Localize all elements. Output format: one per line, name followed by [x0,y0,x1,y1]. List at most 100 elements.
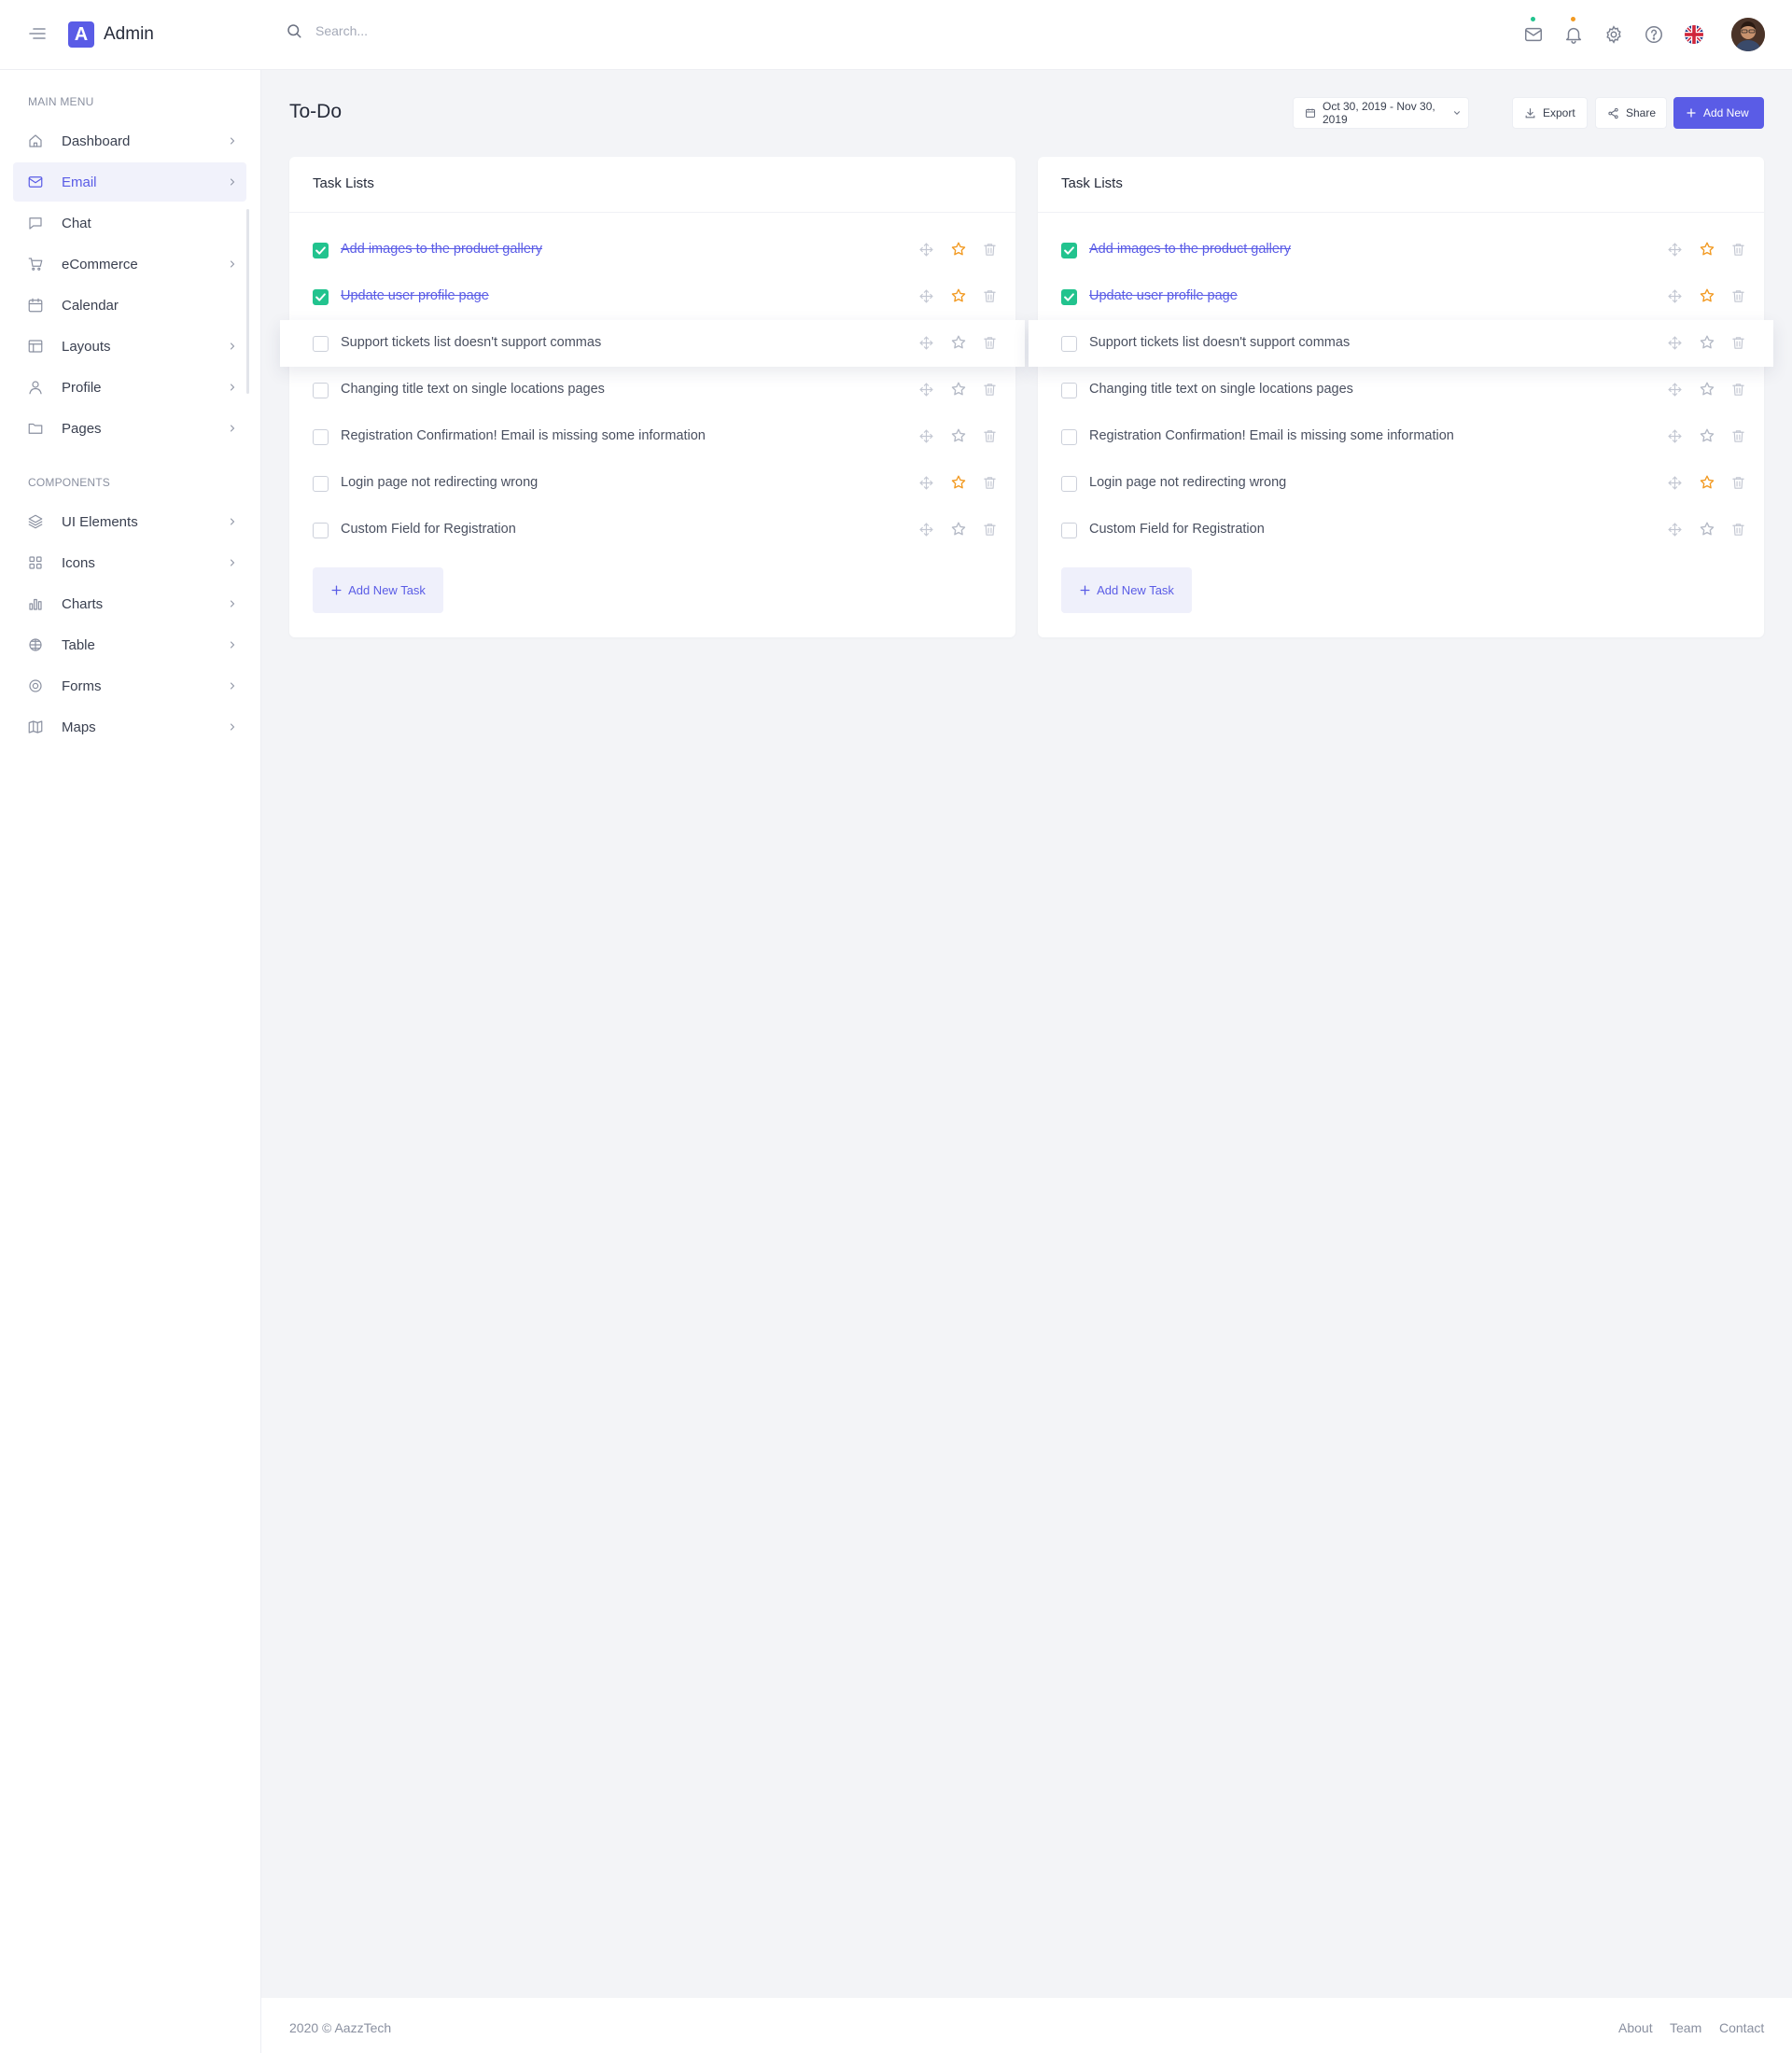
task-checkbox[interactable] [313,289,329,305]
search-input[interactable] [315,23,614,38]
sidebar-item-email[interactable]: Email [13,162,246,202]
footer-link-team[interactable]: Team [1670,2020,1701,2035]
star-icon[interactable] [950,334,967,351]
user-avatar[interactable] [1731,18,1765,51]
trash-icon[interactable] [982,475,998,491]
sidebar-item-dashboard[interactable]: Dashboard [13,121,246,161]
task-checkbox[interactable] [313,383,329,398]
task-item[interactable]: Update user profile page [1038,273,1764,320]
sidebar-item-profile[interactable]: Profile [13,368,246,407]
star-icon[interactable] [950,521,967,538]
drag-handle-icon[interactable] [918,288,934,304]
add-new-button[interactable]: Add New [1673,97,1764,129]
export-button[interactable]: Export [1512,97,1588,129]
trash-icon[interactable] [982,242,998,258]
footer-link-contact[interactable]: Contact [1719,2020,1764,2035]
mail-icon[interactable] [1523,17,1544,45]
bell-icon[interactable] [1563,17,1584,45]
trash-icon[interactable] [982,428,998,444]
share-button[interactable]: Share [1595,97,1667,129]
task-checkbox[interactable] [313,523,329,538]
task-checkbox[interactable] [1061,523,1077,538]
add-new-task-button[interactable]: Add New Task [313,567,443,613]
task-checkbox[interactable] [1061,336,1077,352]
uk-flag-icon[interactable] [1684,24,1704,45]
hamburger-menu-icon[interactable] [26,22,49,45]
task-checkbox[interactable] [313,429,329,445]
trash-icon[interactable] [1730,428,1746,444]
task-item[interactable]: Changing title text on single locations … [1038,367,1764,413]
task-checkbox[interactable] [1061,243,1077,258]
sidebar-item-ecommerce[interactable]: eCommerce [13,244,246,284]
drag-handle-icon[interactable] [918,382,934,398]
footer-link-about[interactable]: About [1618,2020,1653,2035]
task-item[interactable]: Update user profile page [289,273,1015,320]
trash-icon[interactable] [982,335,998,351]
star-icon[interactable] [950,474,967,491]
drag-handle-icon[interactable] [918,428,934,444]
trash-icon[interactable] [982,522,998,538]
star-icon[interactable] [1699,334,1715,351]
star-icon[interactable] [1699,381,1715,398]
task-checkbox[interactable] [1061,476,1077,492]
brand[interactable]: A Admin [68,21,154,48]
task-item[interactable]: Support tickets list doesn't support com… [280,320,1025,367]
trash-icon[interactable] [982,288,998,304]
star-icon[interactable] [950,287,967,304]
trash-icon[interactable] [1730,382,1746,398]
star-icon[interactable] [1699,241,1715,258]
trash-icon[interactable] [1730,522,1746,538]
sidebar-item-pages[interactable]: Pages [13,409,246,448]
task-item[interactable]: Support tickets list doesn't support com… [1029,320,1773,367]
trash-icon[interactable] [982,382,998,398]
date-range-picker[interactable]: Oct 30, 2019 - Nov 30, 2019 [1293,97,1469,129]
drag-handle-icon[interactable] [1667,382,1683,398]
trash-icon[interactable] [1730,475,1746,491]
drag-handle-icon[interactable] [1667,475,1683,491]
sidebar-item-maps[interactable]: Maps [13,707,246,747]
star-icon[interactable] [1699,287,1715,304]
task-checkbox[interactable] [1061,289,1077,305]
add-new-task-button[interactable]: Add New Task [1061,567,1192,613]
trash-icon[interactable] [1730,335,1746,351]
drag-handle-icon[interactable] [918,522,934,538]
sidebar-item-forms[interactable]: Forms [13,666,246,705]
sidebar-item-charts[interactable]: Charts [13,584,246,623]
drag-handle-icon[interactable] [1667,522,1683,538]
task-item[interactable]: Custom Field for Registration [289,507,1015,553]
star-icon[interactable] [950,427,967,444]
trash-icon[interactable] [1730,288,1746,304]
task-checkbox[interactable] [313,243,329,258]
task-checkbox[interactable] [1061,429,1077,445]
star-icon[interactable] [950,381,967,398]
task-item[interactable]: Custom Field for Registration [1038,507,1764,553]
task-item[interactable]: Add images to the product gallery [289,227,1015,273]
star-icon[interactable] [1699,521,1715,538]
task-item[interactable]: Login page not redirecting wrong [1038,460,1764,507]
gear-icon[interactable] [1603,24,1624,45]
help-icon[interactable] [1644,24,1664,45]
sidebar-item-table[interactable]: Table [13,625,246,664]
drag-handle-icon[interactable] [1667,242,1683,258]
sidebar-item-ui-elements[interactable]: UI Elements [13,502,246,541]
sidebar-item-icons[interactable]: Icons [13,543,246,582]
drag-handle-icon[interactable] [918,242,934,258]
sidebar-item-layouts[interactable]: Layouts [13,327,246,366]
drag-handle-icon[interactable] [1667,335,1683,351]
drag-handle-icon[interactable] [1667,428,1683,444]
trash-icon[interactable] [1730,242,1746,258]
sidebar-scrollbar[interactable] [246,209,249,394]
task-checkbox[interactable] [313,336,329,352]
star-icon[interactable] [950,241,967,258]
drag-handle-icon[interactable] [1667,288,1683,304]
star-icon[interactable] [1699,427,1715,444]
task-item[interactable]: Login page not redirecting wrong [289,460,1015,507]
task-item[interactable]: Registration Confirmation! Email is miss… [1038,413,1764,460]
star-icon[interactable] [1699,474,1715,491]
drag-handle-icon[interactable] [918,335,934,351]
task-item[interactable]: Changing title text on single locations … [289,367,1015,413]
drag-handle-icon[interactable] [918,475,934,491]
task-item[interactable]: Add images to the product gallery [1038,227,1764,273]
sidebar-item-calendar[interactable]: Calendar [13,286,246,325]
sidebar-item-chat[interactable]: Chat [13,203,246,243]
